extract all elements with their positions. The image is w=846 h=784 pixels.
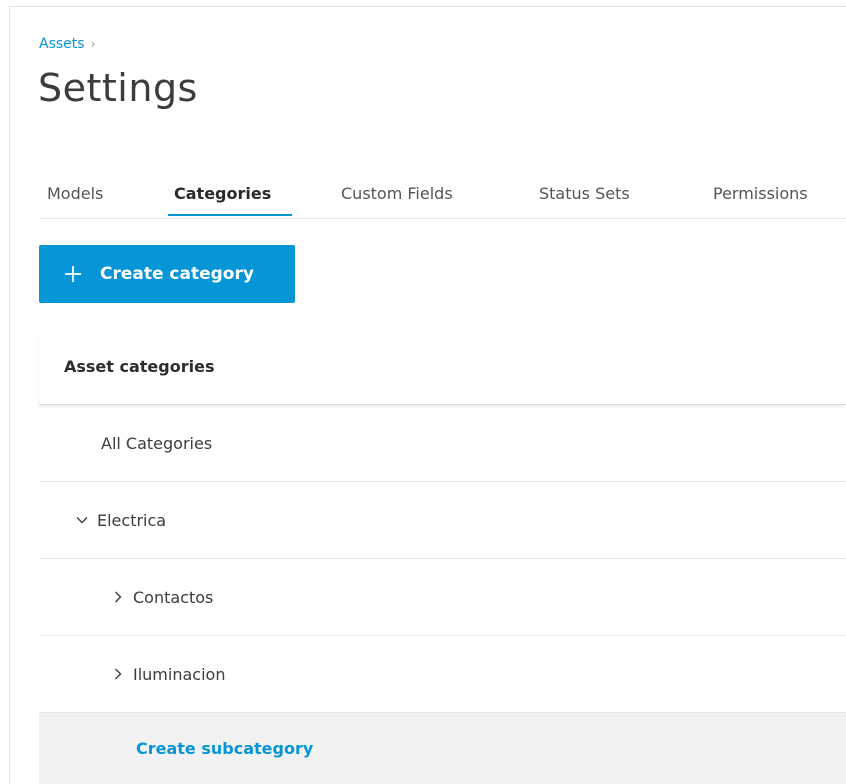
tab-custom-fields[interactable]: Custom Fields <box>341 184 453 203</box>
tab-bar: Models Categories Custom Fields Status S… <box>39 170 846 219</box>
breadcrumb: Assets › <box>39 36 95 52</box>
section-title: Asset categories <box>64 357 215 376</box>
category-row-all[interactable]: All Categories <box>39 405 846 482</box>
page-title: Settings <box>38 66 198 110</box>
active-tab-indicator <box>168 214 292 216</box>
plus-icon <box>65 266 81 282</box>
category-row-electrica[interactable]: Electrica <box>39 482 846 559</box>
asset-categories-header: Asset categories <box>39 330 846 405</box>
chevron-right-icon[interactable] <box>111 667 125 681</box>
tab-status-sets[interactable]: Status Sets <box>539 184 630 203</box>
category-label: Electrica <box>97 510 167 530</box>
tab-models[interactable]: Models <box>47 184 103 203</box>
breadcrumb-separator: › <box>90 37 96 51</box>
create-category-label: Create category <box>100 264 254 284</box>
create-category-button[interactable]: Create category <box>39 245 295 303</box>
category-row-iluminacion[interactable]: Iluminacion <box>39 636 846 713</box>
category-label: Contactos <box>133 587 214 607</box>
chevron-down-icon[interactable] <box>75 513 89 527</box>
tab-permissions[interactable]: Permissions <box>713 184 808 203</box>
category-row-contactos[interactable]: Contactos <box>39 559 846 636</box>
category-label: Iluminacion <box>133 664 226 684</box>
create-subcategory-link[interactable]: Create subcategory <box>136 739 313 758</box>
create-subcategory-row[interactable]: Create subcategory <box>39 713 846 784</box>
tab-categories[interactable]: Categories <box>174 184 271 203</box>
category-label: All Categories <box>101 433 213 453</box>
breadcrumb-link-assets[interactable]: Assets <box>39 36 85 52</box>
chevron-right-icon[interactable] <box>111 590 125 604</box>
